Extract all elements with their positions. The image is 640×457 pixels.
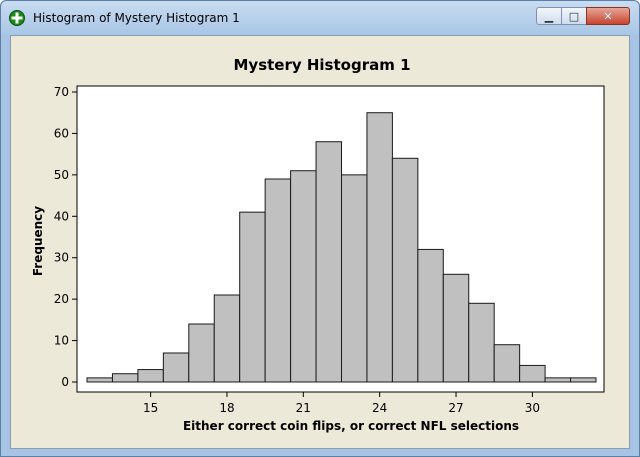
x-axis: 15 18 21 24 27 30 <box>143 392 540 415</box>
histogram-bar-6 <box>239 211 266 383</box>
y-axis-label: Frequency <box>31 206 45 276</box>
y-tick-label-2: 20 <box>54 292 69 306</box>
histogram-bar-16 <box>493 344 521 383</box>
close-button[interactable]: ✕ <box>586 7 630 25</box>
close-icon: ✕ <box>603 9 613 23</box>
window-title: Histogram of Mystery Histogram 1 <box>33 11 240 25</box>
title-bar[interactable]: Histogram of Mystery Histogram 1 ▁ □ ✕ <box>1 1 639 35</box>
x-tick-label-0: 15 <box>143 401 158 415</box>
x-axis-label: Either correct coin flips, or correct NF… <box>183 419 519 433</box>
histogram-chart: Mystery Histogram 1 0 10 20 30 40 50 60 70 15 18… <box>31 56 605 433</box>
x-tick-label-4: 27 <box>448 401 463 415</box>
histogram-bar-15 <box>468 302 495 383</box>
histogram-bar-11 <box>366 112 393 383</box>
x-tick-label-2: 21 <box>296 401 311 415</box>
histogram-bar-3 <box>162 352 190 383</box>
window-controls: ▁ □ ✕ <box>536 7 630 27</box>
y-tick-label-3: 30 <box>54 251 69 265</box>
histogram-bar-18 <box>544 377 572 383</box>
minimize-icon: ▁ <box>544 9 554 23</box>
histogram-bar-8 <box>290 170 317 383</box>
maximize-button[interactable]: □ <box>561 7 587 25</box>
y-tick-label-5: 50 <box>54 168 69 182</box>
histogram-bar-12 <box>391 157 419 383</box>
minitab-graph-icon <box>9 10 25 26</box>
histogram-bar-19 <box>570 377 597 383</box>
histogram-window: Histogram of Mystery Histogram 1 ▁ □ ✕ M… <box>0 0 640 457</box>
histogram-bar-14 <box>442 273 470 383</box>
histogram-bar-1 <box>111 373 139 383</box>
histogram-bar-4 <box>188 323 215 383</box>
x-tick-label-3: 24 <box>372 401 387 415</box>
y-tick-label-0: 0 <box>61 375 69 389</box>
y-axis: 0 10 20 30 40 50 60 70 <box>54 85 77 389</box>
x-tick-label-5: 30 <box>525 401 540 415</box>
graph-client-area: Mystery Histogram 1 0 10 20 30 40 50 60 70 15 18… <box>10 35 630 449</box>
maximize-icon: □ <box>568 9 580 23</box>
minimize-button[interactable]: ▁ <box>536 7 562 25</box>
histogram-bar-0 <box>86 377 113 383</box>
histogram-bar-7 <box>264 178 292 383</box>
histogram-bar-5 <box>213 294 241 383</box>
y-tick-label-4: 40 <box>54 209 69 223</box>
y-tick-label-7: 70 <box>54 85 69 99</box>
y-tick-label-1: 10 <box>54 334 69 348</box>
histogram-bar-10 <box>341 174 368 383</box>
chart-title: Mystery Histogram 1 <box>233 56 410 74</box>
histogram-bar-13 <box>417 248 444 383</box>
histogram-bar-17 <box>519 364 546 383</box>
x-tick-label-1: 18 <box>219 401 234 415</box>
histogram-bar-9 <box>315 141 342 383</box>
histogram-bar-2 <box>137 369 164 383</box>
y-tick-label-6: 60 <box>54 126 69 140</box>
